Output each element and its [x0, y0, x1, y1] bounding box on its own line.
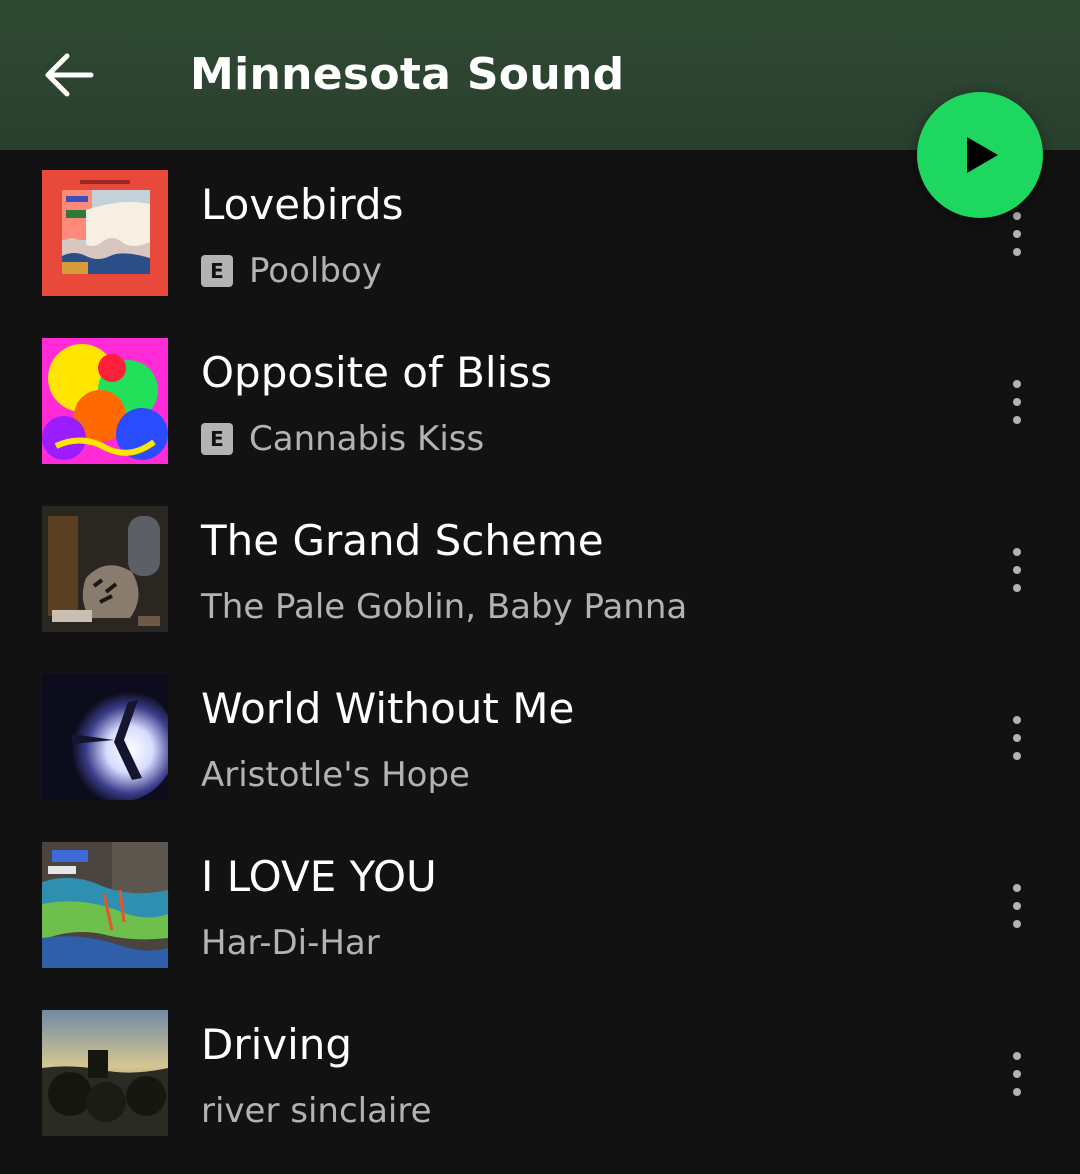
more-vertical-icon	[1013, 548, 1021, 556]
more-vertical-icon	[1013, 212, 1021, 220]
track-artist: The Pale Goblin, Baby Panna	[201, 587, 688, 627]
play-icon	[967, 137, 998, 173]
play-button[interactable]	[917, 92, 1043, 218]
track-title: Opposite of Bliss	[201, 348, 553, 397]
track-title: Lovebirds	[201, 180, 404, 229]
track-meta: E Poolboy	[201, 248, 382, 294]
track-artist: Har-Di-Har	[201, 923, 380, 963]
track-row[interactable]: World Without Me Aristotle's Hope	[0, 654, 1080, 822]
top-app-bar: Minnesota Sound	[0, 0, 1080, 150]
track-artist: river sinclaire	[201, 1091, 432, 1131]
track-artist: Aristotle's Hope	[201, 755, 470, 795]
track-row[interactable]: Driving river sinclaire	[0, 990, 1080, 1158]
explicit-badge: E	[201, 255, 233, 287]
album-art	[42, 338, 168, 464]
more-vertical-icon	[1013, 716, 1021, 724]
track-title: The Grand Scheme	[201, 516, 604, 565]
track-row[interactable]: The Grand Scheme The Pale Goblin, Baby P…	[0, 486, 1080, 654]
more-vertical-icon	[1013, 1052, 1021, 1060]
page-title: Minnesota Sound	[190, 49, 625, 100]
track-artist: Poolboy	[249, 251, 382, 291]
track-meta: E Cannabis Kiss	[201, 416, 484, 462]
track-title: I LOVE YOU	[201, 852, 437, 901]
track-meta: Har-Di-Har	[201, 920, 380, 966]
album-art	[42, 170, 168, 296]
more-options-button[interactable]	[996, 703, 1038, 773]
track-meta: river sinclaire	[201, 1088, 432, 1134]
back-button[interactable]	[36, 42, 102, 108]
track-row[interactable]: Opposite of Bliss E Cannabis Kiss	[0, 318, 1080, 486]
album-art	[42, 1010, 168, 1136]
track-row[interactable]: Lovebirds E Poolboy	[0, 150, 1080, 318]
track-meta: Aristotle's Hope	[201, 752, 470, 798]
album-art	[42, 506, 168, 632]
track-row[interactable]: I LOVE YOU Har-Di-Har	[0, 822, 1080, 990]
track-meta: The Pale Goblin, Baby Panna	[201, 584, 687, 630]
more-options-button[interactable]	[996, 1039, 1038, 1109]
track-title: World Without Me	[201, 684, 575, 733]
arrow-left-icon	[45, 53, 94, 97]
track-artist: Cannabis Kiss	[249, 419, 485, 459]
explicit-badge: E	[201, 423, 233, 455]
album-art	[42, 842, 168, 968]
album-art	[42, 674, 168, 800]
more-options-button[interactable]	[996, 367, 1038, 437]
track-title: Driving	[201, 1020, 353, 1069]
more-vertical-icon	[1013, 380, 1021, 388]
more-options-button[interactable]	[996, 871, 1038, 941]
more-options-button[interactable]	[996, 535, 1038, 605]
more-vertical-icon	[1013, 884, 1021, 892]
